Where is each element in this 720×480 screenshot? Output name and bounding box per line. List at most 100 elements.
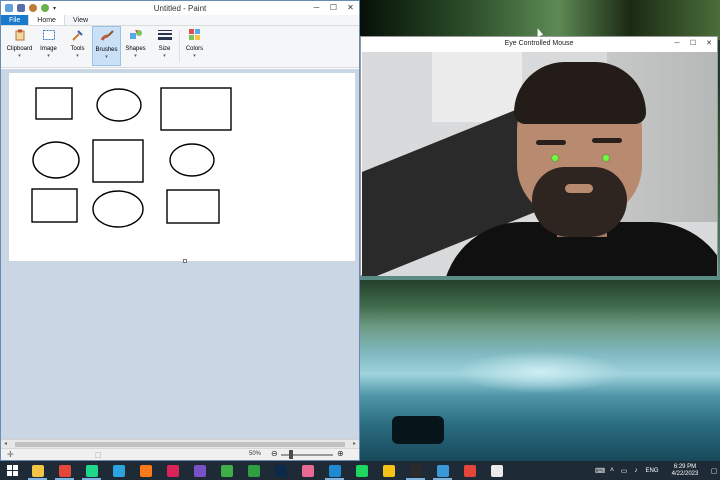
taskbar-sticky-notes[interactable] [375,461,402,480]
keyboard-icon[interactable]: ⌨ [594,467,606,475]
tab-view[interactable]: View [65,15,96,25]
taskbar-telegram[interactable] [105,461,132,480]
close-button[interactable]: ✕ [701,37,717,51]
chrome-icon [58,464,71,477]
taskbar-paint-3d[interactable] [294,461,321,480]
ribbon-group-tools[interactable]: Tools ▾ [63,26,92,66]
drawn-rectangle [92,139,144,183]
chevron-down-icon: ▾ [105,54,108,60]
camera-icon [166,464,179,477]
taskbar-apps [24,461,510,480]
network-icon[interactable]: ▭ [618,467,630,475]
drawn-ellipse [32,141,80,179]
ribbon-group-clipboard[interactable]: Clipboard ▾ [5,26,34,66]
wallpaper-rock [392,416,444,444]
notifications-icon[interactable]: ▢ [708,467,720,475]
taskbar-spotify[interactable] [348,461,375,480]
ribbon-group-brushes[interactable]: Brushes ▾ [92,26,121,66]
visual-studio-icon [193,464,206,477]
maximize-button[interactable]: ☐ [325,1,342,15]
status-bar: ✛ ⬚ 50% ⊖ ⊕ [1,448,359,460]
person-beard [532,167,627,237]
drawn-rectangle [31,188,78,223]
chevron-up-icon[interactable]: ˄ [606,467,618,474]
chevron-down-icon: ▾ [134,53,137,59]
drawn-rectangle [166,189,220,224]
chevron-down-icon: ▾ [76,53,79,59]
drawn-ellipse [169,143,215,177]
taskbar-xbox[interactable] [240,461,267,480]
camtasia-recorder-icon [463,464,476,477]
drawn-ellipse [92,190,144,228]
pycharm-icon [85,464,98,477]
clock-time: 6:29 PM [673,463,697,470]
taskbar-camera[interactable] [159,461,186,480]
taskbar-camtasia-recorder[interactable] [456,461,483,480]
notepad-icon [490,464,503,477]
clock[interactable]: 6:29 PM 4/22/2023 [662,464,708,478]
taskbar-file-explorer[interactable] [24,461,51,480]
ribbon-group-shapes[interactable]: Shapes ▾ [121,26,150,66]
taskbar: ⌨ ˄ ▭ ♪ ENG 6:29 PM 4/22/2023 ▢ [0,461,720,480]
tab-file[interactable]: File [1,15,29,25]
brush-icon [100,30,114,42]
selection-size-icon: ⬚ [95,452,102,459]
paint-title: Untitled - Paint [153,4,207,13]
eye-landmark-right [603,155,609,161]
canvas-resize-handle[interactable] [183,259,187,263]
ribbon-group-size[interactable]: Size ▾ [150,26,179,66]
taskbar-visual-studio[interactable] [186,461,213,480]
paint-window: ▾ Untitled - Paint ─ ☐ ✕ File Home View … [0,0,360,461]
chevron-down-icon: ▾ [18,53,21,59]
firefox-icon [139,464,152,477]
ribbon-tabs: File Home View [1,15,359,26]
minimize-button[interactable]: ─ [308,1,325,15]
taskbar-pycharm[interactable] [78,461,105,480]
canvas-shapes [31,87,232,228]
taskbar-notepad[interactable] [483,461,510,480]
paint-titlebar[interactable]: ▾ Untitled - Paint ─ ☐ ✕ [1,1,359,15]
chevron-down-icon: ▾ [193,53,196,59]
horizontal-scrollbar[interactable]: ◂ ▸ [1,439,359,448]
file-explorer-icon [31,464,44,477]
terminal-icon [409,464,422,477]
paint-3d-icon [301,464,314,477]
taskbar-firefox[interactable] [132,461,159,480]
taskbar-vscode[interactable] [321,461,348,480]
cursor-position-icon: ✛ [7,450,14,459]
start-button[interactable] [0,461,24,480]
webcam-feed [362,52,717,276]
zoom-slider-knob[interactable] [289,450,293,459]
colors-icon [188,29,202,41]
taskbar-terminal[interactable] [402,461,429,480]
eye-mouse-title: Eye Controlled Mouse [504,40,574,47]
clock-date: 4/22/2023 [671,470,699,477]
person-mouth [565,184,593,193]
taskbar-camtasia[interactable] [213,461,240,480]
drawn-ellipse [96,88,142,122]
maximize-button[interactable]: ☐ [685,37,701,51]
drawing-canvas[interactable] [9,73,355,261]
ribbon-group-colors[interactable]: Colors ▾ [180,26,209,66]
tab-home[interactable]: Home [28,15,65,25]
scrollbar-thumb[interactable] [15,442,345,447]
language-indicator[interactable]: ENG [642,468,662,474]
volume-icon[interactable]: ♪ [630,467,642,474]
eye-mouse-window: Eye Controlled Mouse ─ ☐ ✕ [360,36,718,276]
zoom-out-button[interactable]: ⊖ [271,449,278,458]
taskbar-paint[interactable] [429,461,456,480]
taskbar-chrome[interactable] [51,461,78,480]
spotify-icon [355,464,368,477]
person-eyebrow [592,138,622,143]
ribbon-group-image[interactable]: Image ▾ [34,26,63,66]
zoom-in-button[interactable]: ⊕ [337,449,344,458]
eye-mouse-titlebar[interactable]: Eye Controlled Mouse ─ ☐ ✕ [361,37,717,51]
ribbon: Clipboard ▾ Image ▾ Tools ▾ Brushes ▾ Sh… [1,26,359,68]
minimize-button[interactable]: ─ [669,37,685,51]
person-eyebrow [536,140,566,145]
shapes-icon [129,29,143,41]
image-icon [42,29,56,41]
size-icon [157,29,172,41]
close-button[interactable]: ✕ [342,1,359,15]
taskbar-photoshop[interactable] [267,461,294,480]
